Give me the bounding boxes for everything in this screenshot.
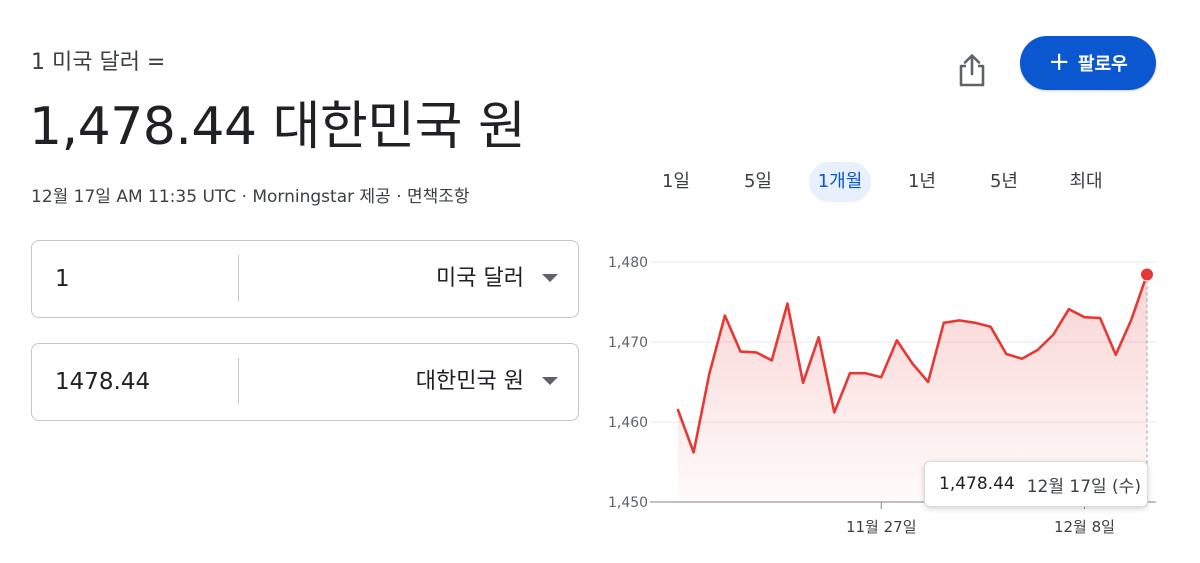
- from-currency-row: 1 미국 달러: [31, 240, 579, 318]
- y-tick-label: 1,480: [608, 255, 648, 271]
- field-divider: [238, 255, 239, 301]
- tooltip-value: 1,478.44: [939, 474, 1015, 494]
- share-icon: [959, 54, 985, 87]
- from-currency-select[interactable]: 미국 달러: [436, 241, 524, 317]
- rate-meta-text: 12월 17일 AM 11:35 UTC · Morningstar 제공 · …: [31, 187, 470, 207]
- from-label: 1 미국 달러 =: [31, 50, 166, 75]
- y-tick-label: 1,460: [608, 415, 648, 431]
- plus-icon: +: [1048, 47, 1071, 77]
- exchange-rate-value: 1,478.44 대한민국 원: [29, 97, 526, 157]
- chevron-down-icon[interactable]: [542, 274, 558, 282]
- from-amount-input[interactable]: 1: [55, 241, 70, 317]
- follow-label: 팔로우: [1078, 54, 1128, 75]
- to-amount-input[interactable]: 1478.44: [55, 344, 150, 420]
- y-tick-label: 1,450: [608, 495, 648, 511]
- to-currency-row: 1478.44 대한민국 원: [31, 343, 579, 421]
- x-tick-label: 12월 8일: [1054, 518, 1115, 536]
- range-tab-1d[interactable]: 1일: [656, 162, 696, 202]
- to-currency-select[interactable]: 대한민국 원: [416, 344, 524, 420]
- chevron-down-icon[interactable]: [542, 377, 558, 385]
- y-tick-label: 1,470: [608, 335, 648, 351]
- x-tick-label: 11월 27일: [846, 518, 917, 536]
- share-button[interactable]: [950, 48, 994, 92]
- tooltip-date: 12월 17일 (수): [1026, 476, 1141, 497]
- chart-tooltip: 1,478.44 12월 17일 (수): [924, 461, 1148, 507]
- range-tab-1y[interactable]: 1년: [902, 162, 942, 202]
- field-divider: [238, 358, 239, 404]
- last-point-marker: [1140, 267, 1154, 282]
- range-tab-5d[interactable]: 5일: [738, 162, 778, 202]
- range-tab-5y[interactable]: 5년: [984, 162, 1024, 202]
- range-tab-max[interactable]: 최대: [1064, 162, 1108, 202]
- range-tab-1m[interactable]: 1개월: [809, 162, 871, 202]
- follow-button[interactable]: + 팔로우: [1020, 36, 1156, 90]
